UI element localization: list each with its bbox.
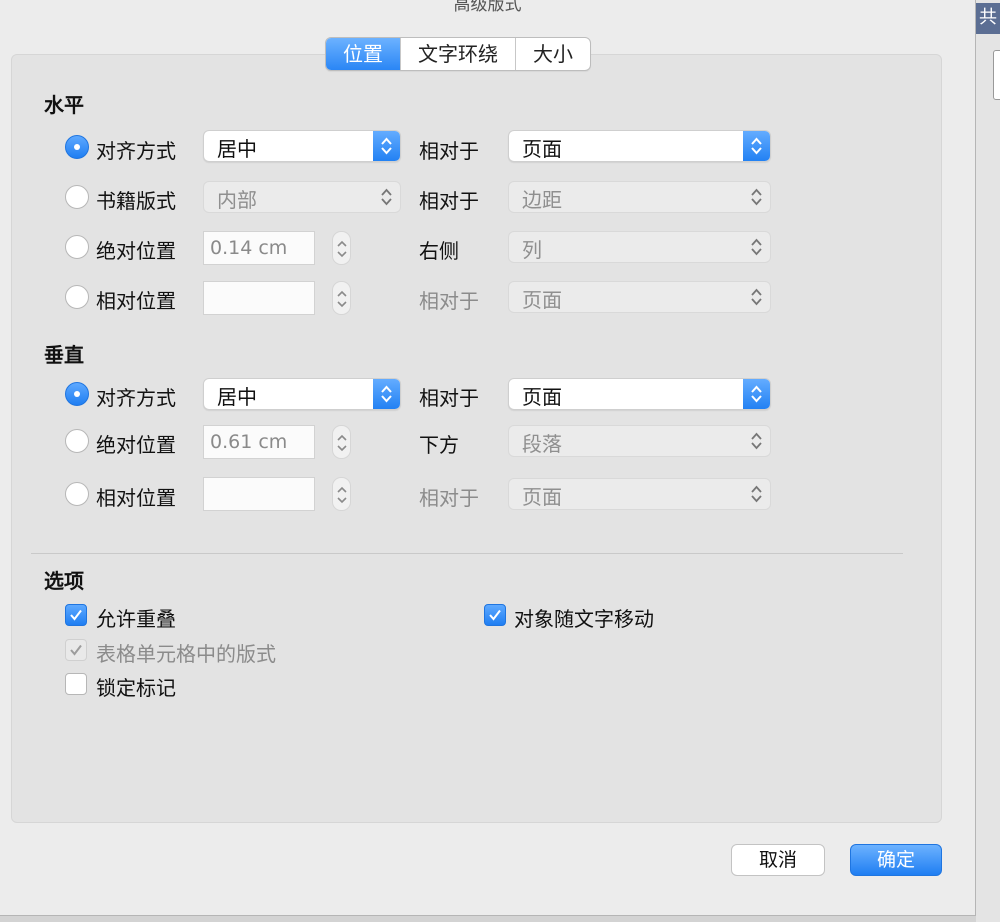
- layout-in-cell-checkbox[interactable]: [65, 639, 87, 661]
- lock-anchor-label: 锁定标记: [96, 676, 176, 700]
- ok-button[interactable]: 确定: [850, 844, 942, 876]
- horizontal-relative-radio[interactable]: [65, 285, 89, 309]
- horizontal-section-title: 水平: [44, 93, 84, 117]
- vertical-alignment-select[interactable]: 居中: [203, 378, 401, 410]
- horizontal-absolute-radio[interactable]: [65, 235, 89, 259]
- vertical-absolute-relation: 下方: [419, 433, 459, 457]
- dialog-sheet: 高级版式 位置 文字环绕 大小 水平 对齐方式 居中 相对于 页面 书籍版式 内…: [0, 0, 976, 916]
- select-chevrons-icon: [743, 426, 770, 456]
- vertical-section-title: 垂直: [44, 343, 84, 367]
- vertical-relative-label: 相对位置: [96, 486, 176, 510]
- horizontal-absolute-target-value: 列: [522, 238, 542, 262]
- horizontal-relative-relation: 相对于: [419, 289, 479, 313]
- vertical-alignment-value: 居中: [217, 385, 257, 409]
- background-title-fragment: 共: [976, 0, 1000, 34]
- horizontal-absolute-label: 绝对位置: [96, 239, 176, 263]
- book-layout-radio[interactable]: [65, 185, 89, 209]
- horizontal-absolute-value: 0.14 cm: [210, 237, 288, 259]
- select-chevrons-icon: [373, 131, 400, 161]
- book-layout-select[interactable]: 内部: [203, 181, 401, 213]
- horizontal-alignment-radio[interactable]: [65, 135, 89, 159]
- select-chevrons-icon: [373, 182, 400, 212]
- vertical-alignment-relation: 相对于: [419, 386, 479, 410]
- horizontal-alignment-select[interactable]: 居中: [203, 130, 401, 162]
- horizontal-alignment-target-select[interactable]: 页面: [508, 130, 771, 162]
- background-strip: [0, 916, 976, 922]
- horizontal-alignment-value: 居中: [217, 137, 257, 161]
- horizontal-relative-label: 相对位置: [96, 289, 176, 313]
- document-thumbnail-icon: [993, 50, 1000, 100]
- book-layout-target-select[interactable]: 边距: [508, 181, 771, 213]
- move-with-text-label: 对象随文字移动: [514, 607, 654, 631]
- lock-anchor-checkbox[interactable]: [65, 673, 87, 695]
- horizontal-alignment-relation: 相对于: [419, 139, 479, 163]
- options-section-title: 选项: [44, 569, 84, 593]
- ruler-marker: [976, 0, 1000, 3]
- horizontal-alignment-target-value: 页面: [522, 137, 562, 161]
- horizontal-alignment-label: 对齐方式: [96, 139, 176, 163]
- tab-bar: 位置 文字环绕 大小: [325, 37, 591, 71]
- vertical-absolute-label: 绝对位置: [96, 433, 176, 457]
- horizontal-relative-target-value: 页面: [522, 288, 562, 312]
- vertical-relative-target-select[interactable]: 页面: [508, 478, 771, 510]
- horizontal-absolute-input[interactable]: 0.14 cm: [203, 231, 315, 265]
- book-layout-label: 书籍版式: [96, 189, 176, 213]
- select-chevrons-icon: [743, 131, 770, 161]
- vertical-absolute-input[interactable]: 0.61 cm: [203, 425, 315, 459]
- vertical-alignment-label: 对齐方式: [96, 386, 176, 410]
- vertical-relative-input[interactable]: [203, 477, 315, 511]
- vertical-relative-radio[interactable]: [65, 482, 89, 506]
- select-chevrons-icon: [743, 479, 770, 509]
- vertical-absolute-target-select[interactable]: 段落: [508, 425, 771, 457]
- vertical-absolute-radio[interactable]: [65, 429, 89, 453]
- vertical-alignment-radio[interactable]: [65, 382, 89, 406]
- horizontal-relative-target-select[interactable]: 页面: [508, 281, 771, 313]
- select-chevrons-icon: [743, 282, 770, 312]
- vertical-relative-target-value: 页面: [522, 485, 562, 509]
- select-chevrons-icon: [373, 379, 400, 409]
- horizontal-absolute-relation: 右侧: [419, 239, 459, 263]
- select-chevrons-icon: [743, 379, 770, 409]
- cancel-button[interactable]: 取消: [731, 844, 825, 876]
- section-divider: [31, 553, 903, 554]
- vertical-relative-relation: 相对于: [419, 486, 479, 510]
- select-chevrons-icon: [743, 232, 770, 262]
- book-layout-relation: 相对于: [419, 189, 479, 213]
- tab-size[interactable]: 大小: [515, 38, 590, 70]
- move-with-text-checkbox[interactable]: [484, 604, 506, 626]
- horizontal-absolute-stepper[interactable]: [332, 231, 351, 265]
- book-layout-target-value: 边距: [522, 188, 562, 212]
- vertical-relative-stepper[interactable]: [332, 477, 351, 511]
- horizontal-relative-input[interactable]: [203, 281, 315, 315]
- book-layout-value: 内部: [217, 188, 257, 212]
- allow-overlap-checkbox[interactable]: [65, 604, 87, 626]
- vertical-absolute-stepper[interactable]: [332, 425, 351, 459]
- allow-overlap-label: 允许重叠: [96, 607, 176, 631]
- select-chevrons-icon: [743, 182, 770, 212]
- horizontal-absolute-target-select[interactable]: 列: [508, 231, 771, 263]
- horizontal-relative-stepper[interactable]: [332, 281, 351, 315]
- vertical-alignment-target-select[interactable]: 页面: [508, 378, 771, 410]
- vertical-absolute-value: 0.61 cm: [210, 431, 288, 453]
- layout-in-cell-label: 表格单元格中的版式: [96, 642, 276, 666]
- tab-position[interactable]: 位置: [326, 38, 400, 70]
- tab-text-wrapping[interactable]: 文字环绕: [400, 38, 515, 70]
- vertical-alignment-target-value: 页面: [522, 385, 562, 409]
- vertical-absolute-target-value: 段落: [522, 432, 562, 456]
- dialog-title: 高级版式: [453, 0, 522, 15]
- background-window: 共: [976, 0, 1000, 922]
